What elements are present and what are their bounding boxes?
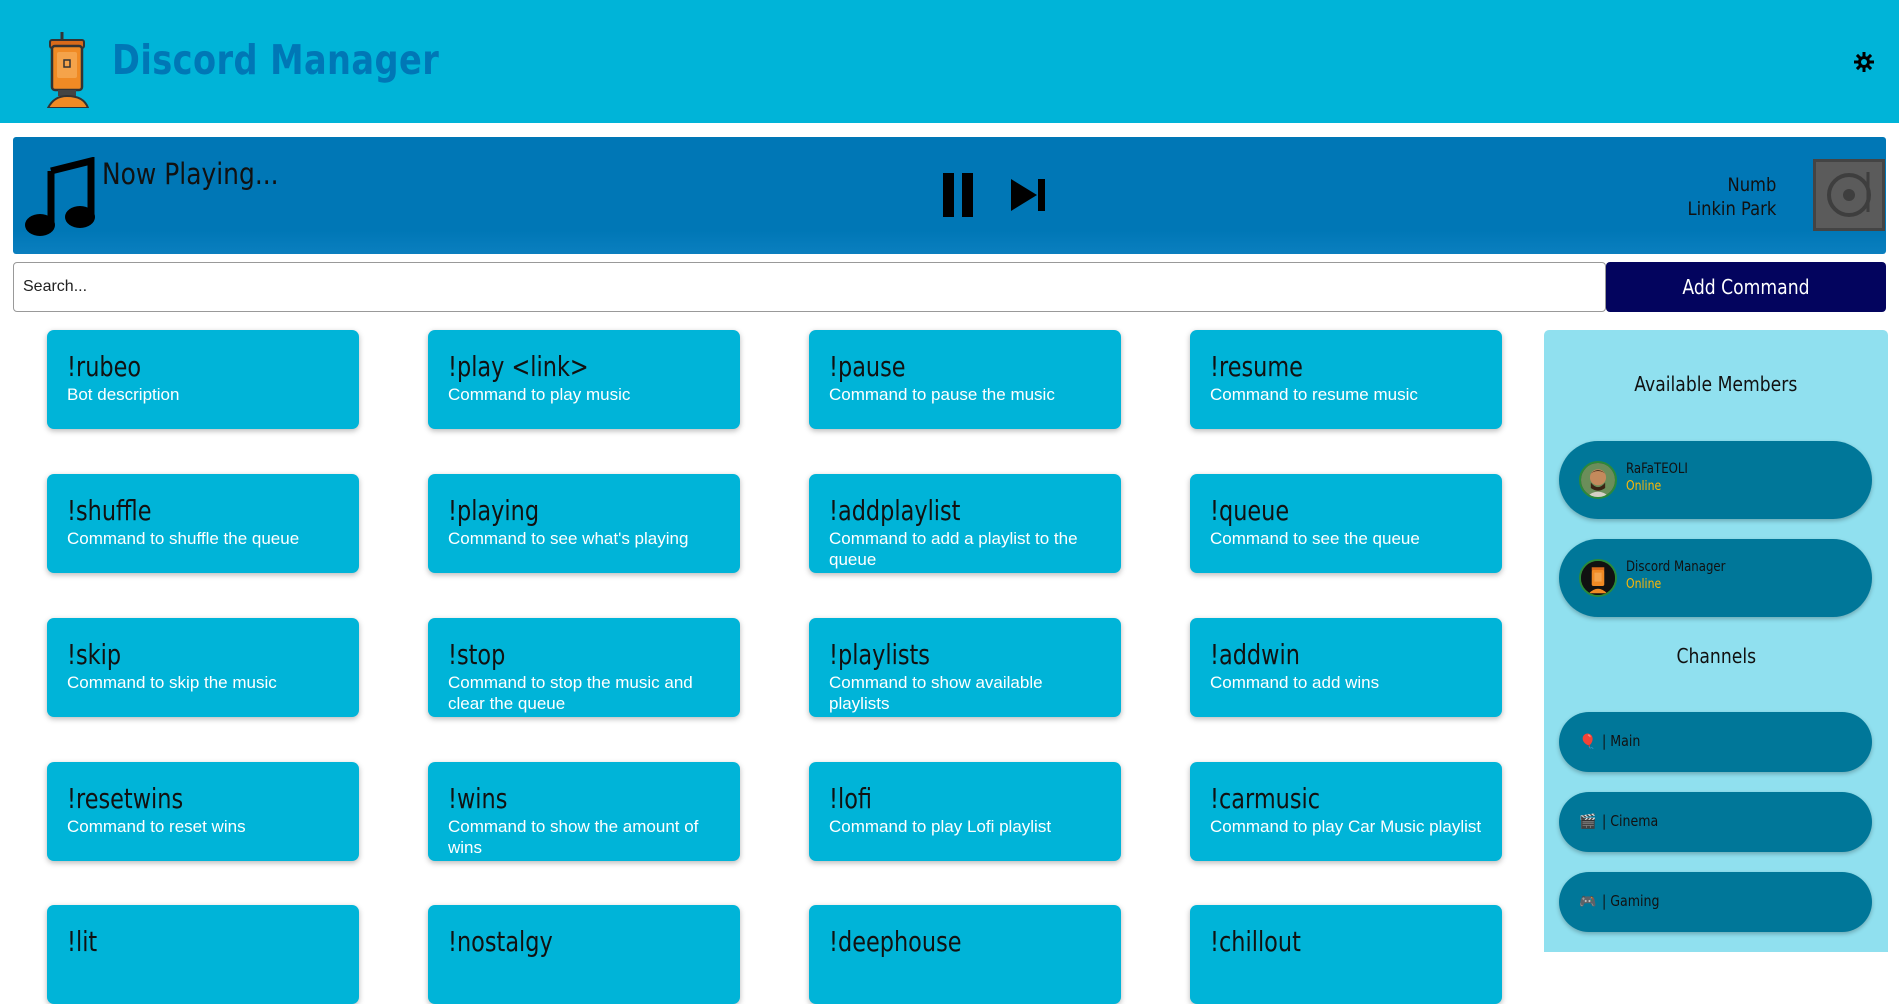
command-name: !resetwins	[67, 782, 184, 815]
track-info: Numb Linkin Park	[1673, 173, 1776, 221]
gear-icon[interactable]	[1852, 50, 1876, 74]
command-name: !queue	[1210, 494, 1290, 527]
channel-item-cinema[interactable]: 🎬 | Cinema	[1559, 792, 1872, 852]
command-name: !lit	[67, 925, 98, 958]
member-status: Online	[1626, 479, 1662, 494]
search-input[interactable]	[13, 262, 1606, 312]
command-card[interactable]: !lit	[47, 905, 359, 1004]
command-description: Command to shuffle the queue	[67, 529, 300, 548]
avatar	[1579, 559, 1617, 597]
add-command-label: Add Command	[1682, 275, 1810, 299]
add-command-button[interactable]: Add Command	[1606, 262, 1886, 312]
command-name: !playlists	[829, 638, 930, 671]
channel-label: | Main	[1602, 732, 1641, 750]
command-description: Command to resume music	[1210, 385, 1418, 404]
command-name: !deephouse	[829, 925, 962, 958]
command-description: Command to see what's playing	[448, 529, 689, 548]
command-description: Command to see the queue	[1210, 529, 1420, 548]
channel-label: | Cinema	[1602, 812, 1659, 830]
command-card[interactable]: !queue Command to see the queue	[1190, 474, 1502, 573]
command-card[interactable]: !resetwins Command to reset wins	[47, 762, 359, 861]
command-card[interactable]: !playlists Command to show available play…	[809, 618, 1121, 717]
avatar	[1579, 461, 1617, 499]
command-name: !wins	[448, 782, 508, 815]
command-name: !carmusic	[1210, 782, 1321, 815]
balloon-icon: 🎈	[1579, 733, 1597, 749]
command-name: !stop	[448, 638, 506, 671]
now-playing-bar: Now Playing... Numb Linkin Park	[13, 137, 1886, 254]
command-name: !pause	[829, 350, 906, 383]
command-description: Command to skip the music	[67, 673, 277, 692]
album-art	[1813, 159, 1885, 231]
command-card[interactable]: !rubeo Bot description	[47, 330, 359, 429]
command-card[interactable]: !wins Command to show the amount of wins	[428, 762, 740, 861]
command-description: Command to stop the music and clear the …	[448, 673, 693, 713]
command-name: !playing	[448, 494, 540, 527]
track-artist: Linkin Park	[1687, 198, 1776, 220]
command-name: !nostalgy	[448, 925, 553, 958]
command-description: Bot description	[67, 385, 180, 404]
command-card[interactable]: !stop Command to stop the music and clear…	[428, 618, 740, 717]
member-name: RaFaTEOLI	[1626, 461, 1688, 477]
command-description: Command to play music	[448, 385, 631, 404]
command-name: !shuffle	[67, 494, 152, 527]
command-description: Command to add a playlist to the queue	[829, 529, 1078, 569]
command-description: Command to show available playlists	[829, 673, 1043, 713]
command-description: Command to play Lofi playlist	[829, 817, 1052, 836]
command-card[interactable]: !carmusic Command to play Car Music playl…	[1190, 762, 1502, 861]
member-item[interactable]: Discord Manager Online	[1559, 539, 1872, 617]
robot-logo-icon	[46, 32, 90, 108]
app-header: Discord Manager	[0, 0, 1899, 123]
command-card[interactable]: !deephouse	[809, 905, 1121, 1004]
command-name: !chillout	[1210, 925, 1301, 958]
command-card[interactable]: !nostalgy	[428, 905, 740, 1004]
channel-label: | Gaming	[1602, 892, 1660, 910]
pause-icon[interactable]	[941, 173, 975, 217]
gamepad-icon: 🎮	[1579, 893, 1597, 909]
command-card[interactable]: !shuffle Command to shuffle the queue	[47, 474, 359, 573]
command-card[interactable]: !playing Command to see what's playing	[428, 474, 740, 573]
command-card[interactable]: !lofi Command to play Lofi playlist	[809, 762, 1121, 861]
member-name: Discord Manager	[1626, 559, 1726, 575]
member-item[interactable]: RaFaTEOLI Online	[1559, 441, 1872, 519]
command-card[interactable]: !play <link> Command to play music	[428, 330, 740, 429]
command-description: Command to play Car Music playlist	[1210, 817, 1482, 836]
members-heading: Available Members	[1634, 372, 1798, 396]
channel-item-main[interactable]: 🎈 | Main	[1559, 712, 1872, 772]
command-description: Command to reset wins	[67, 817, 246, 836]
command-description: Command to add wins	[1210, 673, 1380, 692]
command-name: !addwin	[1210, 638, 1300, 671]
command-card[interactable]: !addplaylist Command to add a playlist to…	[809, 474, 1121, 573]
command-card[interactable]: !addwin Command to add wins	[1190, 618, 1502, 717]
channel-item-gaming[interactable]: 🎮 | Gaming	[1559, 872, 1872, 932]
command-name: !rubeo	[67, 350, 142, 383]
command-description: Command to show the amount of wins	[448, 817, 699, 857]
app-title: Discord Manager	[112, 36, 440, 84]
command-description: Command to pause the music	[829, 385, 1055, 404]
command-name: !resume	[1210, 350, 1303, 383]
command-card[interactable]: !pause Command to pause the music	[809, 330, 1121, 429]
track-title: Numb	[1727, 174, 1776, 196]
now-playing-label: Now Playing...	[102, 157, 279, 191]
sidebar: Available Members RaFaTEOLI Online Disco…	[1544, 330, 1888, 952]
command-card[interactable]: !resume Command to resume music	[1190, 330, 1502, 429]
command-name: !lofi	[829, 782, 873, 815]
music-note-icon	[25, 157, 95, 236]
member-status: Online	[1626, 577, 1662, 592]
command-card[interactable]: !chillout	[1190, 905, 1502, 1004]
command-card[interactable]: !skip Command to skip the music	[47, 618, 359, 717]
command-name: !play <link>	[448, 350, 589, 383]
skip-next-icon[interactable]	[1009, 175, 1049, 215]
command-name: !skip	[67, 638, 122, 671]
channels-heading: Channels	[1676, 644, 1756, 668]
clapperboard-icon: 🎬	[1579, 813, 1597, 829]
command-name: !addplaylist	[829, 494, 961, 527]
